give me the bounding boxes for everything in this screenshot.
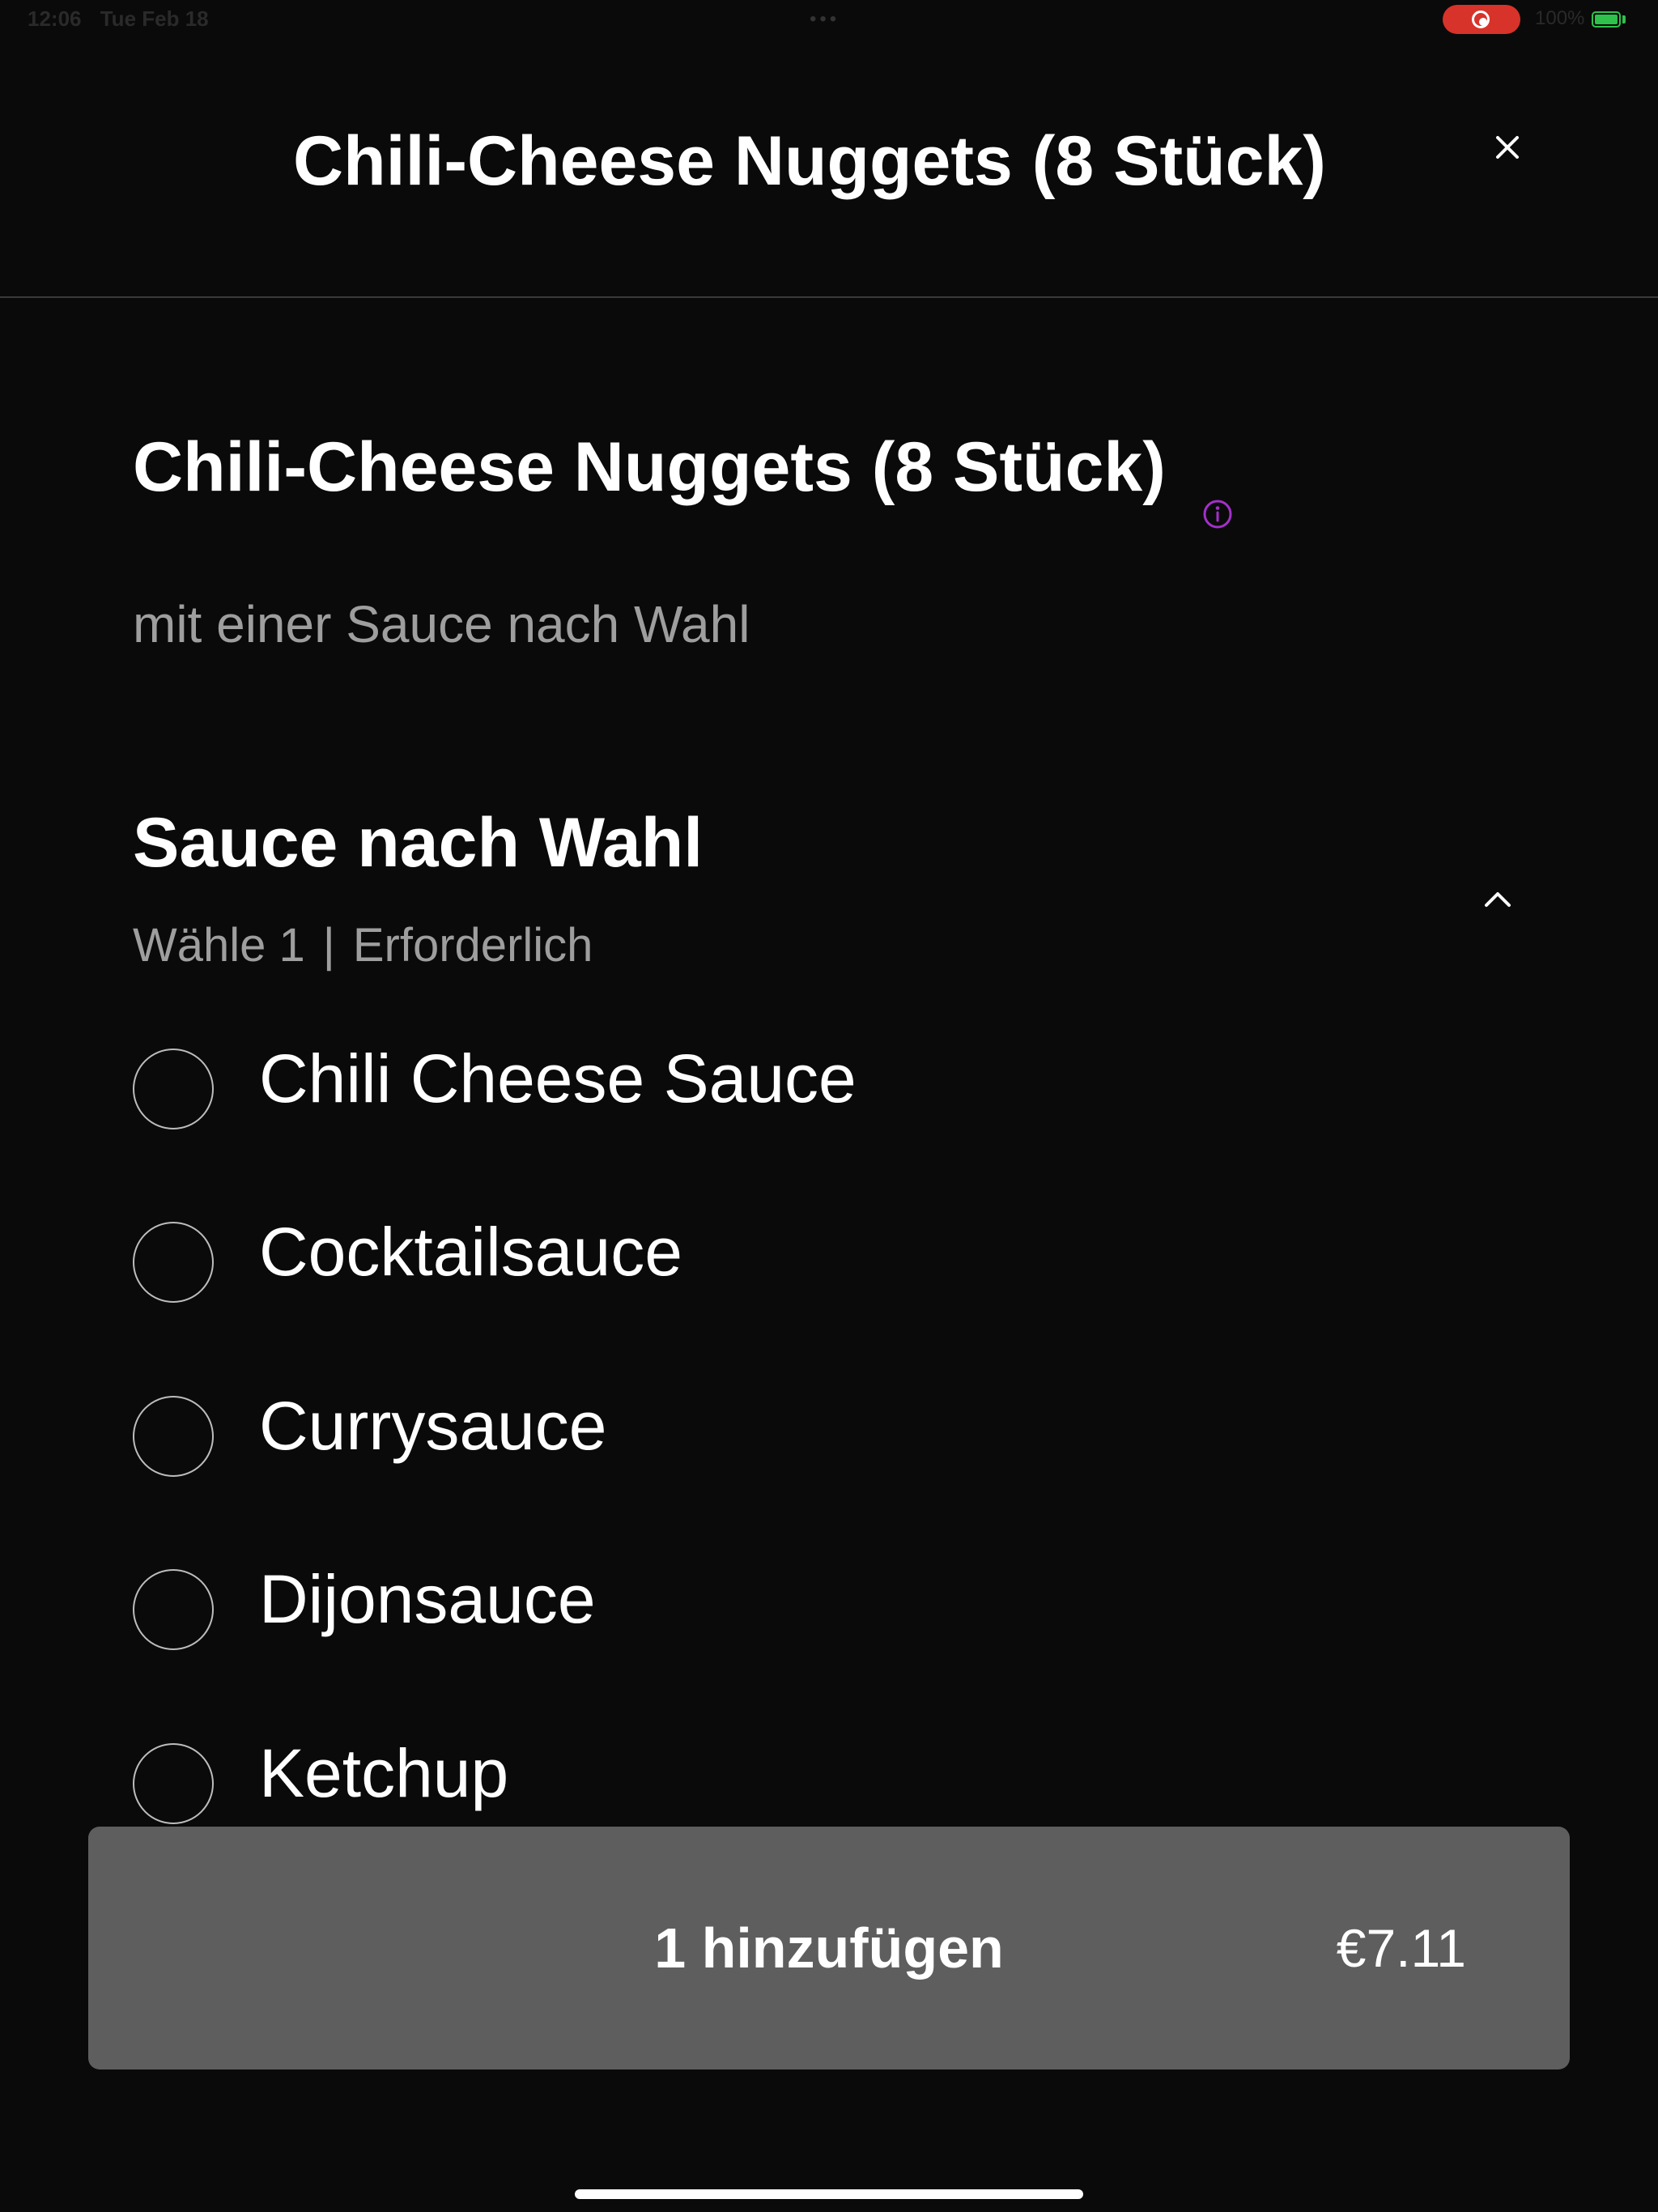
multitasking-dots-icon[interactable]: ••• bbox=[810, 8, 840, 31]
battery-percentage: 100% bbox=[1535, 7, 1585, 29]
radio-button[interactable] bbox=[133, 1222, 214, 1303]
battery-tip bbox=[1622, 15, 1626, 23]
option-chili-cheese-sauce[interactable]: Chili Cheese Sauce bbox=[133, 1038, 1558, 1135]
option-currysauce[interactable]: Currysauce bbox=[133, 1385, 1558, 1482]
radio-button[interactable] bbox=[133, 1396, 214, 1477]
option-dijonsauce[interactable]: Dijonsauce bbox=[133, 1559, 1558, 1656]
item-title: Chili-Cheese Nuggets (8 Stück) bbox=[133, 428, 1166, 506]
option-label: Cocktailsauce bbox=[259, 1214, 682, 1290]
status-time: 12:06 Tue Feb 18 bbox=[28, 6, 209, 32]
required-label: Erforderlich bbox=[352, 919, 593, 972]
radio-button[interactable] bbox=[133, 1743, 214, 1824]
radio-button[interactable] bbox=[133, 1049, 214, 1129]
option-cocktailsauce[interactable]: Cocktailsauce bbox=[133, 1211, 1558, 1308]
status-bar: 12:06 Tue Feb 18 ••• 100% bbox=[0, 0, 1658, 39]
option-ketchup[interactable]: Ketchup bbox=[133, 1733, 1558, 1830]
header-divider bbox=[0, 296, 1658, 298]
add-button-price: €7.11 bbox=[1336, 1918, 1466, 1978]
status-date: Tue Feb 18 bbox=[100, 6, 209, 31]
collapse-section-button[interactable] bbox=[1477, 883, 1519, 915]
section-title: Sauce nach Wahl bbox=[133, 804, 704, 882]
option-label: Dijonsauce bbox=[259, 1561, 596, 1637]
radio-button[interactable] bbox=[133, 1569, 214, 1650]
close-button[interactable] bbox=[1486, 126, 1528, 168]
chevron-up-icon bbox=[1485, 892, 1511, 907]
item-description: mit einer Sauce nach Wahl bbox=[133, 595, 750, 653]
battery-icon bbox=[1592, 11, 1621, 28]
close-icon bbox=[1496, 136, 1519, 159]
status-clock: 12:06 bbox=[28, 6, 82, 31]
option-label: Chili Cheese Sauce bbox=[259, 1040, 857, 1117]
add-to-cart-button[interactable]: 1 hinzufügen €7.11 bbox=[88, 1827, 1570, 2069]
option-label: Ketchup bbox=[259, 1735, 509, 1811]
modal-title: Chili-Cheese Nuggets (8 Stück) bbox=[293, 122, 1326, 200]
screen-recording-indicator[interactable] bbox=[1443, 5, 1520, 34]
record-icon bbox=[1472, 11, 1490, 28]
section-requirements: Wähle 1 | Erforderlich bbox=[133, 918, 593, 972]
info-icon bbox=[1203, 500, 1232, 529]
requirements-separator: | bbox=[322, 919, 335, 972]
home-indicator[interactable] bbox=[575, 2189, 1083, 2199]
info-button[interactable] bbox=[1201, 498, 1234, 530]
choose-count: Wähle 1 bbox=[133, 919, 305, 972]
option-label: Currysauce bbox=[259, 1388, 607, 1464]
